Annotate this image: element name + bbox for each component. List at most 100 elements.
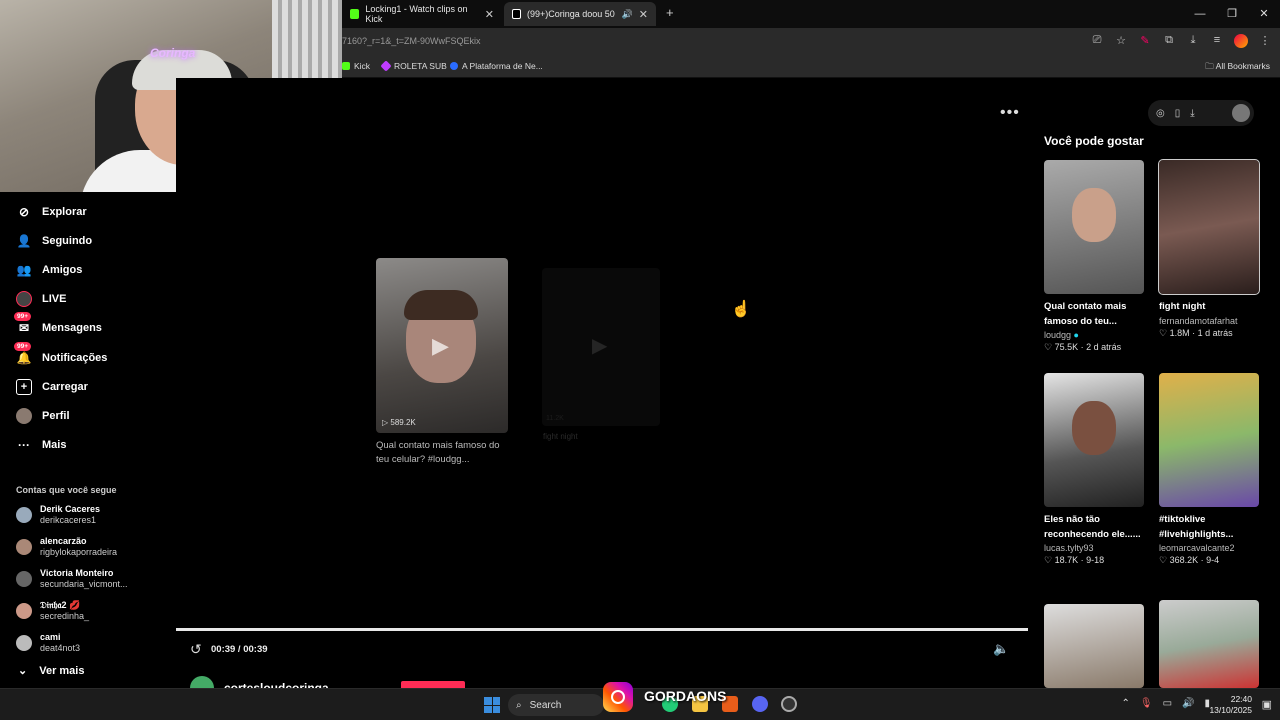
heart-icon: ♡: [1159, 327, 1170, 338]
address-bar: 7160?_r=1&_t=ZM-90WwFSQEkix ⎚ ☆ ✎ ⧉ ⤓ ≡ …: [342, 28, 1280, 56]
kick-favicon-icon: [350, 9, 360, 19]
kebab-menu-icon[interactable]: ⋮: [1258, 34, 1272, 48]
minimize-icon[interactable]: —: [1184, 0, 1216, 28]
profile-avatar-icon[interactable]: [1234, 34, 1248, 48]
extensions-puzzle-icon[interactable]: ⧉: [1162, 34, 1176, 48]
bookmark-roleta-sub[interactable]: ROLETA SUB: [380, 60, 447, 72]
bookmark-kick[interactable]: Kick: [342, 61, 370, 71]
clock-time: 22:40: [1230, 694, 1252, 704]
recommended-video[interactable]: Qual contato mais famoso do teu... loudg…: [1044, 160, 1144, 354]
video-thumbnail: [1044, 160, 1144, 294]
related-video-title[interactable]: fight night: [543, 432, 578, 441]
tab-title: (99+)Coringa doou 50 mil: [526, 9, 616, 19]
all-bookmarks[interactable]: 🗀 All Bookmarks: [1205, 61, 1270, 75]
download-icon[interactable]: ⤓: [1186, 34, 1200, 48]
nav-label: Perfil: [42, 410, 70, 422]
video-thumbnail: [1159, 373, 1259, 507]
cast-icon[interactable]: ⎚: [1090, 34, 1104, 48]
more-options-icon[interactable]: •••: [1000, 104, 1020, 122]
video-author: leomarcavalcante2: [1159, 542, 1259, 554]
chevron-up-icon[interactable]: ⌃: [1121, 698, 1129, 709]
account-handle: secundaria_vicmont...: [40, 579, 128, 589]
avatar: [16, 571, 32, 587]
friends-icon: 👥: [16, 263, 32, 277]
replay-icon[interactable]: ↺: [190, 641, 202, 658]
avatar[interactable]: [1232, 104, 1250, 122]
video-age: 9-4: [1206, 555, 1220, 565]
tab-kick[interactable]: Locking1 - Watch clips on Kick ✕: [342, 2, 502, 26]
tab-tiktok[interactable]: (99+)Coringa doou 50 mil 🔊 ✕: [504, 2, 656, 26]
nav-perfil[interactable]: Perfil: [16, 408, 70, 424]
folder-icon: 🗀: [1205, 61, 1216, 71]
notification-icon[interactable]: ▣: [1262, 698, 1272, 711]
taskbar-clock[interactable]: 22:40 13/10/2025: [1209, 694, 1252, 716]
bookmark-star-icon[interactable]: ☆: [1114, 34, 1128, 48]
browser-tabstrip: Locking1 - Watch clips on Kick ✕ (99+)Co…: [342, 0, 1280, 28]
progress-bar[interactable]: [176, 628, 1028, 631]
recommended-video[interactable]: [1044, 604, 1144, 688]
following-account[interactable]: 𝔇𝔦𝔫𝔥𝔞2 💋 secredinha_: [16, 600, 89, 622]
recommended-video[interactable]: [1159, 600, 1259, 688]
avatar: [16, 635, 32, 651]
nav-live[interactable]: LIVE: [16, 291, 66, 307]
windows-start-icon[interactable]: [484, 697, 500, 713]
nav-amigos[interactable]: 👥 Amigos: [16, 262, 83, 278]
close-icon[interactable]: ✕: [485, 8, 494, 21]
volume-icon[interactable]: 🔈: [993, 641, 1009, 657]
following-account[interactable]: Derik Caceres derikcaceres1: [16, 504, 100, 526]
related-video-title[interactable]: Qual contato mais famoso do teu celular?…: [376, 439, 508, 467]
download-icon[interactable]: ⤓: [1190, 108, 1194, 119]
instagram-logo-icon: [603, 682, 633, 712]
phone-icon[interactable]: ▯: [1175, 108, 1181, 119]
video-author: lucas.tylty93: [1044, 542, 1144, 554]
see-more-button[interactable]: ⌄ Ver mais: [18, 664, 84, 678]
nav-explorar[interactable]: ⊘ Explorar: [16, 204, 87, 220]
microphone-icon[interactable]: 🎙: [1140, 698, 1153, 709]
following-account[interactable]: alencarzão rigbylokaporradeira: [16, 536, 117, 558]
nav-label: Amigos: [42, 264, 83, 276]
bell-icon: 🔔 99+: [14, 342, 32, 366]
nav-seguindo[interactable]: 👤 Seguindo: [16, 233, 93, 249]
related-video-thumbnail[interactable]: ▶ 11.2K: [542, 268, 660, 426]
reading-list-icon[interactable]: ≡: [1210, 34, 1224, 48]
bookmark-plataforma[interactable]: A Plataforma de Ne...: [450, 61, 543, 71]
discord-icon[interactable]: [752, 696, 768, 712]
bookmarks-bar: Kick ROLETA SUB A Plataforma de Ne... 🗀 …: [342, 56, 1280, 78]
network-icon[interactable]: ▭: [1163, 698, 1172, 709]
recommended-video[interactable]: fight night fernandamotafarhat ♡ 1.8M · …: [1158, 159, 1260, 340]
url-field[interactable]: 7160?_r=1&_t=ZM-90WwFSQEkix: [342, 36, 481, 46]
taskbar-search[interactable]: ⌕ Search: [508, 694, 604, 716]
recommended-video[interactable]: Eles não tão reconhecendo ele...... luca…: [1044, 373, 1144, 567]
new-tab-plus-icon[interactable]: +: [666, 5, 674, 20]
video-author: loudgg ●: [1044, 329, 1144, 341]
nav-mensagens[interactable]: ✉ 99+ Mensagens: [14, 312, 102, 336]
video-stats: ♡ 1.8M · 1 d atrás: [1159, 327, 1233, 338]
related-video-thumbnail[interactable]: ▶ ▷ 589.2K: [376, 258, 508, 433]
nav-carregar[interactable]: + Carregar: [16, 379, 88, 395]
bookmark-label: Kick: [354, 61, 371, 71]
restore-icon[interactable]: ❐: [1216, 0, 1248, 28]
video-time: 00:39 / 00:39: [211, 644, 268, 655]
following-account[interactable]: Victoria Monteiro secundaria_vicmont...: [16, 568, 128, 590]
hand-cursor-icon: ☝: [731, 301, 751, 318]
extension-pen-icon[interactable]: ✎: [1138, 34, 1152, 48]
unread-badge: 99+: [14, 342, 32, 351]
video-age: 1 d atrás: [1197, 327, 1233, 338]
coins-icon[interactable]: ◎: [1156, 108, 1165, 119]
steam-icon[interactable]: [781, 696, 797, 712]
close-window-icon[interactable]: ✕: [1248, 0, 1280, 28]
nav-notificacoes[interactable]: 🔔 99+ Notificações: [14, 342, 107, 366]
more-icon: ···: [18, 438, 30, 452]
nav-mais[interactable]: ··· Mais: [16, 437, 66, 453]
windows-taskbar: ⌕ Search ⌃ 🎙 ▭ 🔊 ▮ 22:40 13/10/2025 ▣: [0, 688, 1280, 720]
close-icon[interactable]: ✕: [639, 8, 648, 21]
diamond-icon: [380, 60, 392, 72]
play-icon: ▶: [432, 333, 449, 358]
speaker-icon[interactable]: 🔊: [622, 9, 633, 20]
following-account[interactable]: cami deat4not3: [16, 632, 80, 654]
recommended-video[interactable]: #tiktoklive #livehighlights... leomarcav…: [1159, 373, 1259, 567]
nav-label: LIVE: [42, 293, 67, 305]
speaker-icon[interactable]: 🔊: [1182, 698, 1194, 709]
compass-icon: ⊘: [18, 205, 30, 219]
chevron-down-icon: ⌄: [18, 665, 28, 677]
